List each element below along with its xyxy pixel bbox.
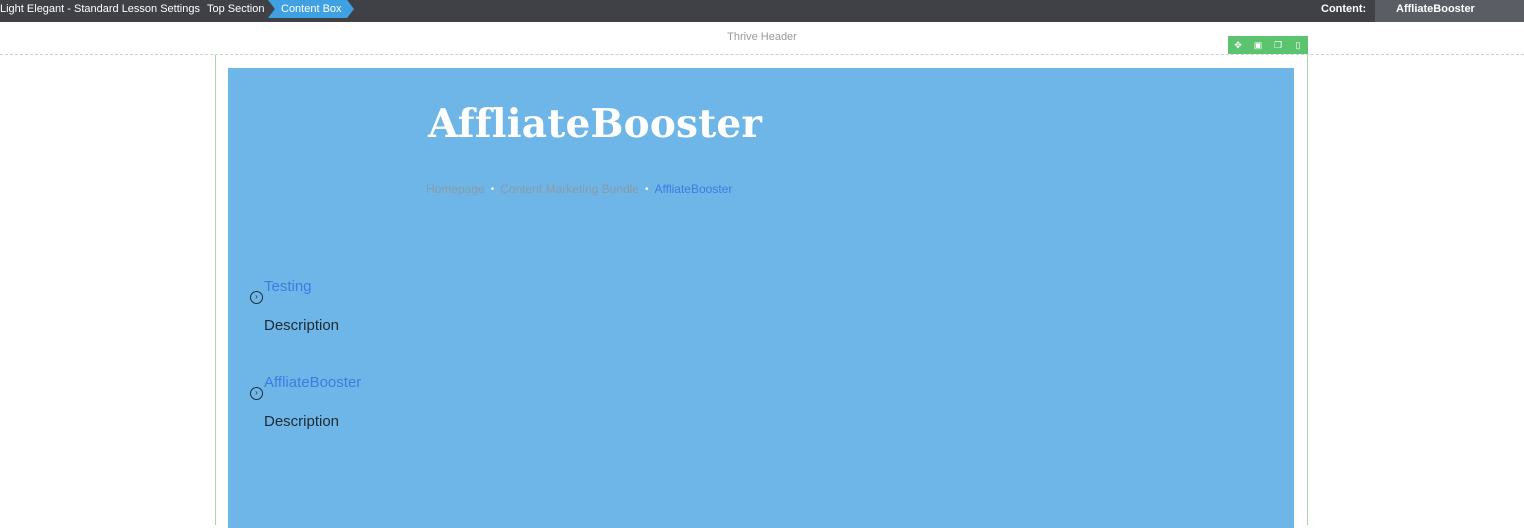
list-item-title[interactable]: Testing — [264, 278, 312, 295]
list-item: › AffliateBooster Description — [250, 374, 650, 444]
element-toolbar: ✥ ▣ ❐ ▯ — [1228, 36, 1308, 54]
list-item: › Testing Description — [250, 278, 650, 348]
move-icon[interactable]: ✥ — [1228, 36, 1248, 54]
breadcrumb-homepage[interactable]: Homepage — [426, 182, 485, 196]
content-selector-value: AffliateBooster — [1396, 3, 1475, 15]
breadcrumb-content-box-label: Content Box — [281, 3, 342, 15]
breadcrumb-separator: • — [490, 183, 495, 195]
list-item-title[interactable]: AffliateBooster — [264, 374, 361, 391]
breadcrumb-separator: • — [644, 183, 649, 195]
content-label: Content: — [1321, 3, 1367, 15]
lesson-breadcrumb: Homepage • Content Marketing Bundle • Af… — [426, 182, 732, 196]
chevron-circle-icon: › — [250, 387, 263, 400]
save-icon[interactable]: ▣ — [1248, 36, 1268, 54]
list-item-description: Description — [264, 413, 340, 430]
content-box[interactable]: AffliateBooster Homepage • Content Marke… — [228, 68, 1294, 528]
chevron-circle-icon: › — [250, 291, 263, 304]
breadcrumb-current: AffliateBooster — [654, 182, 733, 196]
list-item-description: Description — [264, 317, 340, 334]
editor-top-bar: Light Elegant - Standard Lesson Settings… — [0, 0, 1524, 22]
breadcrumb-template-settings[interactable]: Light Elegant - Standard Lesson Settings — [0, 0, 200, 22]
breadcrumb-top-section[interactable]: Top Section — [207, 0, 264, 22]
delete-icon[interactable]: ▯ — [1288, 36, 1308, 54]
page-title: AffliateBooster — [428, 101, 763, 147]
breadcrumb-content-box[interactable]: Content Box — [268, 0, 354, 18]
duplicate-icon[interactable]: ❐ — [1268, 36, 1288, 54]
breadcrumb-bundle[interactable]: Content Marketing Bundle — [500, 182, 639, 196]
content-selector[interactable]: AffliateBooster — [1375, 0, 1524, 22]
